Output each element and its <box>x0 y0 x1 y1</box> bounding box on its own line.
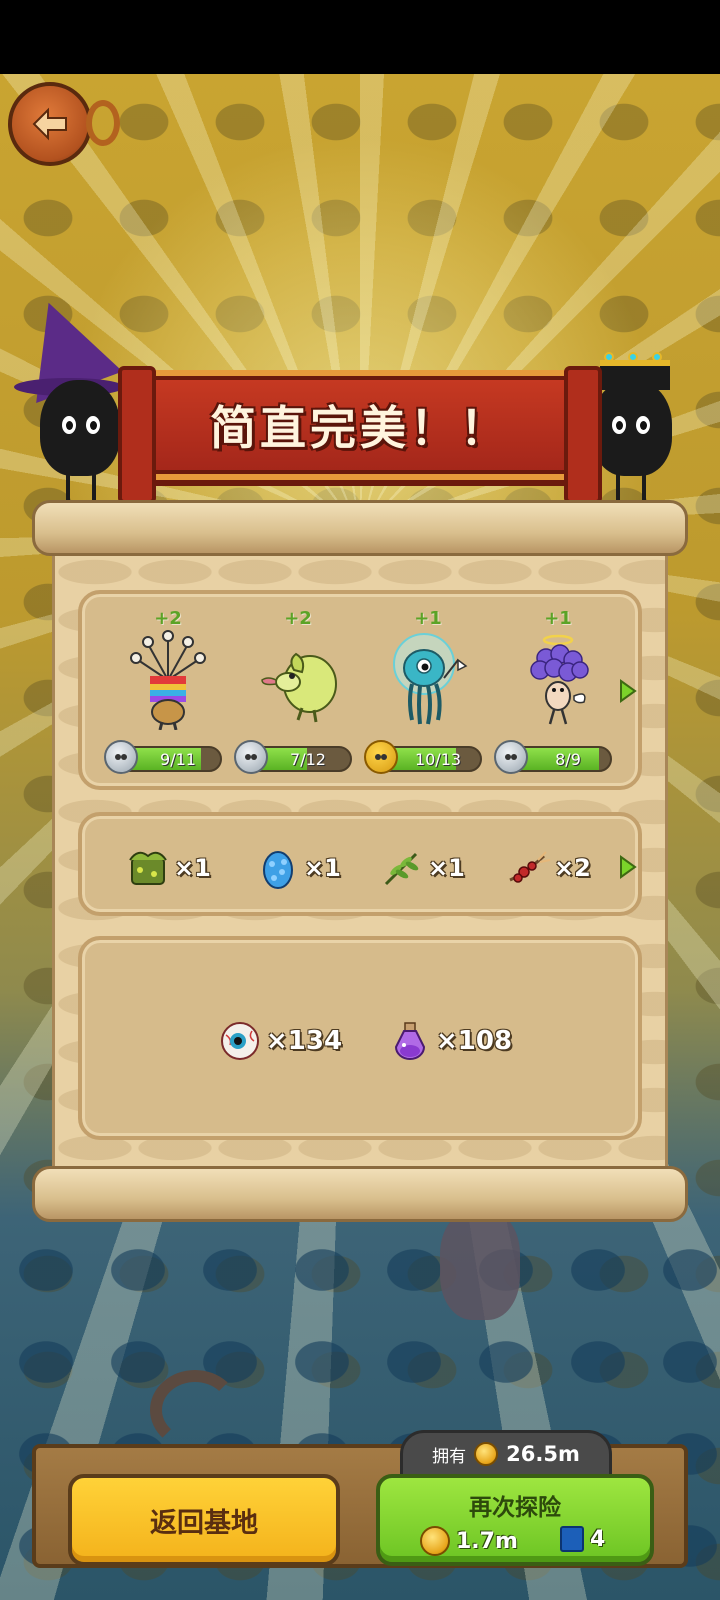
next-page-arrow-icon[interactable] <box>618 678 638 704</box>
banner-holder-right <box>592 380 672 516</box>
owned-label: 拥有 <box>432 1446 467 1467</box>
item-rewards-panel: ×1 ×1 ×1 ×2 <box>78 812 642 916</box>
monster-card[interactable]: +2 7/12 <box>234 608 356 784</box>
scroll-rod-bottom <box>32 1166 688 1222</box>
monster-rewards-panel: +2 9/11 +2 7/12 +1 10/13 +1 8/9 <box>78 590 642 790</box>
herb-icon <box>384 852 419 886</box>
moss-chest-icon <box>129 851 167 885</box>
return-base-label: 返回基地 <box>150 1507 258 1539</box>
monster-card[interactable]: +1 8/9 <box>494 608 616 784</box>
monster-gain: +2 <box>154 608 182 629</box>
grape-angel-monster-icon <box>530 634 589 725</box>
owned-value: 26.5m <box>506 1442 580 1466</box>
background-monster <box>440 1210 520 1320</box>
ticket-icon <box>560 1526 584 1552</box>
monster-progress-text: 8/9 <box>555 750 581 769</box>
monster-gain: +1 <box>544 608 572 629</box>
item-qty: ×1 <box>304 854 341 882</box>
resource-qty: ×134 <box>266 1026 343 1056</box>
explore-cost-value: 1.7m <box>456 1528 518 1554</box>
purple-potion-icon <box>394 1022 426 1060</box>
item-reward[interactable]: ×1 <box>378 838 488 898</box>
monster-rank-badge <box>234 740 268 774</box>
gold-coin-icon <box>420 1526 450 1556</box>
item-qty: ×1 <box>174 854 211 882</box>
jellyfish-monster-icon <box>393 633 468 725</box>
explore-again-label: 再次探险 <box>469 1495 561 1521</box>
item-reward[interactable]: ×1 <box>124 838 234 898</box>
item-reward[interactable]: ×1 <box>254 838 364 898</box>
monster-progress-text: 7/12 <box>290 750 326 769</box>
blue-egg-icon <box>263 851 293 889</box>
back-arrow-icon <box>32 107 67 141</box>
scroll-rod-top <box>32 500 688 556</box>
resource-rewards-panel: ×134 ×108 <box>78 936 642 1140</box>
resource-reward[interactable]: ×134 <box>218 1016 342 1066</box>
status-bar <box>0 0 720 74</box>
monster-card[interactable]: +2 9/11 <box>104 608 226 784</box>
cabbage-monster-icon <box>261 652 337 723</box>
return-base-button[interactable]: 返回基地 <box>68 1474 340 1566</box>
explore-again-button[interactable]: 再次探险 1.7m 4 <box>376 1474 654 1566</box>
explore-cost: 1.7m <box>420 1526 518 1556</box>
resource-reward[interactable]: ×108 <box>388 1016 512 1066</box>
monster-rank-badge <box>104 740 138 774</box>
monster-progress-text: 10/13 <box>414 750 462 769</box>
banner-holder-left <box>40 380 120 516</box>
back-ring-decoration <box>86 100 120 146</box>
explore-ticket-value: 4 <box>590 1526 606 1552</box>
gold-coin-icon <box>474 1442 499 1466</box>
item-qty: ×1 <box>428 854 465 882</box>
monster-progress-text: 9/11 <box>160 750 196 769</box>
banner-title: 简直完美！！ <box>210 401 510 455</box>
resource-qty: ×108 <box>436 1026 513 1056</box>
item-reward[interactable]: ×2 <box>504 838 614 898</box>
crown-icon <box>600 352 670 390</box>
eyeball-icon <box>221 1022 259 1060</box>
background-tentacle <box>150 1370 240 1450</box>
item-qty: ×2 <box>554 854 591 882</box>
monster-rank-badge-gold <box>364 740 398 774</box>
mushroom-tree-monster-icon <box>130 630 206 730</box>
explore-ticket-cost: 4 <box>560 1526 605 1552</box>
monster-gain: +2 <box>284 608 312 629</box>
monster-gain: +1 <box>414 608 442 629</box>
banner-ribbon: 简直完美！！ <box>118 366 602 504</box>
monster-rank-badge <box>494 740 528 774</box>
monster-card[interactable]: +1 10/13 <box>364 608 486 784</box>
result-banner: 简直完美！！ <box>0 286 720 520</box>
owned-gold-display: 拥有 26.5m <box>400 1430 612 1478</box>
next-page-arrow-icon[interactable] <box>618 854 638 880</box>
back-button[interactable] <box>8 82 92 166</box>
berry-branch-icon <box>509 851 551 883</box>
